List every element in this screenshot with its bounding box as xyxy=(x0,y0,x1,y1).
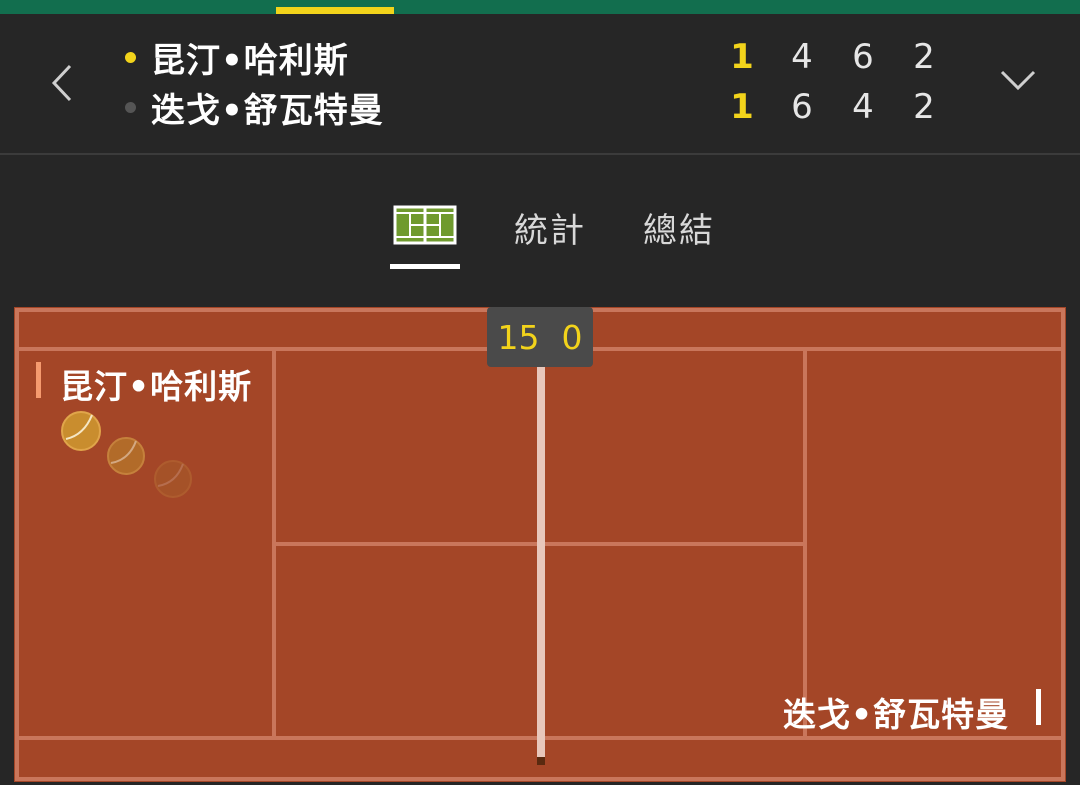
game-score-away: 1 xyxy=(730,87,754,127)
set-score-away-2: 4 xyxy=(852,87,874,127)
set-score-away-1: 6 xyxy=(791,87,813,127)
active-tab-underline xyxy=(390,264,460,269)
chevron-down-icon xyxy=(1000,70,1036,91)
player-marker-home xyxy=(36,362,41,398)
serve-indicator xyxy=(125,51,136,63)
tennis-ball-trail-icon xyxy=(107,437,145,475)
set-score-home-3: 2 xyxy=(913,37,935,77)
back-button[interactable] xyxy=(44,58,84,108)
court-icon xyxy=(393,205,457,245)
point-score-home: 15 xyxy=(497,317,540,357)
tennis-ball-icon xyxy=(61,411,101,451)
tennis-ball-trail-icon xyxy=(154,460,192,498)
player-row-home: 昆汀•哈利斯 xyxy=(120,33,349,81)
player-name-home: 昆汀•哈利斯 xyxy=(151,40,349,81)
serve-indicator xyxy=(125,101,136,113)
tab-bar: 統計 總結 xyxy=(0,155,1080,305)
set-score-home-2: 6 xyxy=(852,37,874,77)
net xyxy=(537,367,545,760)
chevron-left-icon xyxy=(51,64,72,102)
court-label-away: 迭戈•舒瓦特曼 xyxy=(783,695,1010,734)
tab-summary[interactable]: 總結 xyxy=(643,203,715,273)
point-score-away: 0 xyxy=(561,317,583,357)
court-label-home: 昆汀•哈利斯 xyxy=(60,367,253,406)
expand-button[interactable] xyxy=(995,62,1041,102)
player-row-away: 迭戈•舒瓦特曼 xyxy=(120,83,384,131)
tab-statistics-label: 統計 xyxy=(514,211,586,251)
active-tab-indicator xyxy=(276,7,394,14)
player-marker-away xyxy=(1036,689,1041,725)
player-name-away: 迭戈•舒瓦特曼 xyxy=(151,90,384,131)
set-score-home-1: 4 xyxy=(791,37,813,77)
top-tab-strip xyxy=(0,0,1080,14)
set-score-away-3: 2 xyxy=(913,87,935,127)
tab-summary-label: 總結 xyxy=(643,211,715,251)
game-score-home: 1 xyxy=(730,37,754,77)
tab-statistics[interactable]: 統計 xyxy=(514,203,586,273)
point-score-badge: 15 0 xyxy=(487,307,593,367)
